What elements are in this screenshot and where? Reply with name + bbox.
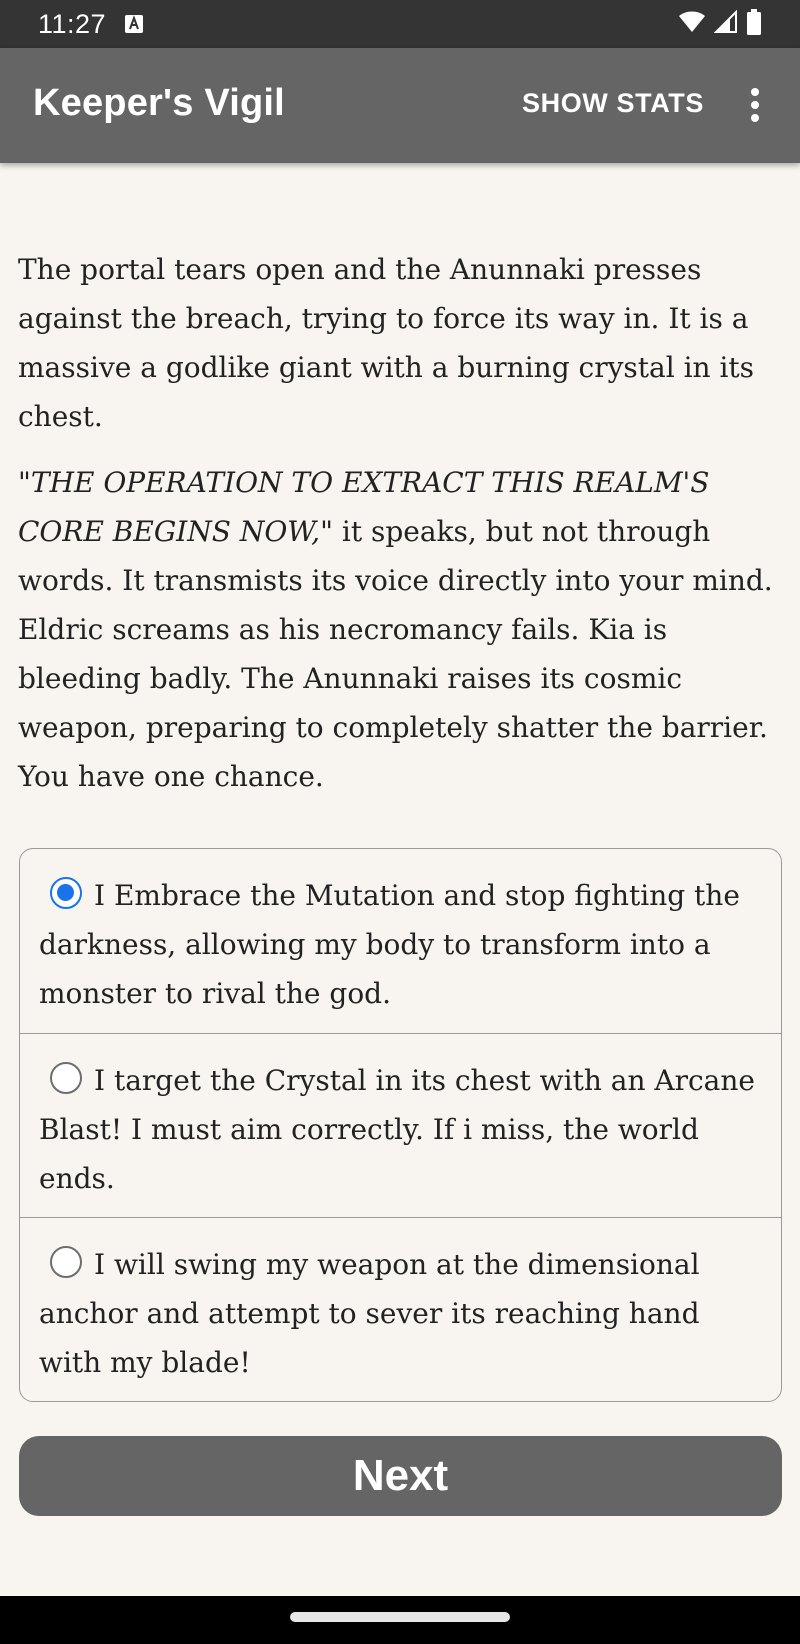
cell-signal-icon bbox=[713, 9, 738, 39]
choice-option[interactable]: I will swing my weapon at the dimensiona… bbox=[20, 1217, 781, 1401]
status-time: 11:27 bbox=[38, 8, 107, 39]
story-paragraph: "THE OPERATION TO EXTRACT THIS REALM'S C… bbox=[18, 458, 783, 801]
choice-option[interactable]: I target the Crystal in its chest with a… bbox=[20, 1033, 781, 1217]
story-text: The portal tears open and the Anunnaki p… bbox=[18, 245, 783, 818]
radio-unselected-icon[interactable] bbox=[50, 1062, 82, 1094]
radio-selected-icon[interactable] bbox=[50, 877, 82, 909]
next-button[interactable]: Next bbox=[19, 1436, 782, 1516]
status-left: 11:27 bbox=[38, 9, 144, 40]
battery-icon bbox=[746, 8, 762, 40]
choice-option[interactable]: I Embrace the Mutation and stop fighting… bbox=[20, 849, 781, 1033]
text-a-icon bbox=[124, 14, 144, 34]
status-bar: 11:27 bbox=[0, 0, 800, 48]
story-paragraph-rest: " it speaks, but not through words. It t… bbox=[18, 515, 773, 793]
quote-mark: " bbox=[18, 466, 31, 499]
overflow-menu-icon[interactable] bbox=[740, 86, 770, 126]
story-paragraph: The portal tears open and the Anunnaki p… bbox=[18, 253, 755, 433]
choice-list: I Embrace the Mutation and stop fighting… bbox=[19, 848, 782, 1402]
home-gesture-handle[interactable] bbox=[290, 1612, 510, 1622]
app-title: Keeper's Vigil bbox=[33, 82, 285, 124]
choice-label: I Embrace the Mutation and stop fighting… bbox=[39, 879, 740, 1010]
choice-label: I target the Crystal in its chest with a… bbox=[39, 1064, 755, 1195]
radio-unselected-icon[interactable] bbox=[50, 1246, 82, 1278]
show-stats-button[interactable]: SHOW STATS bbox=[522, 88, 704, 119]
app-bar: Keeper's Vigil SHOW STATS bbox=[0, 48, 800, 163]
navigation-bar bbox=[0, 1596, 800, 1644]
wifi-icon bbox=[678, 10, 706, 39]
status-right bbox=[678, 8, 762, 40]
choice-label: I will swing my weapon at the dimensiona… bbox=[39, 1248, 700, 1379]
